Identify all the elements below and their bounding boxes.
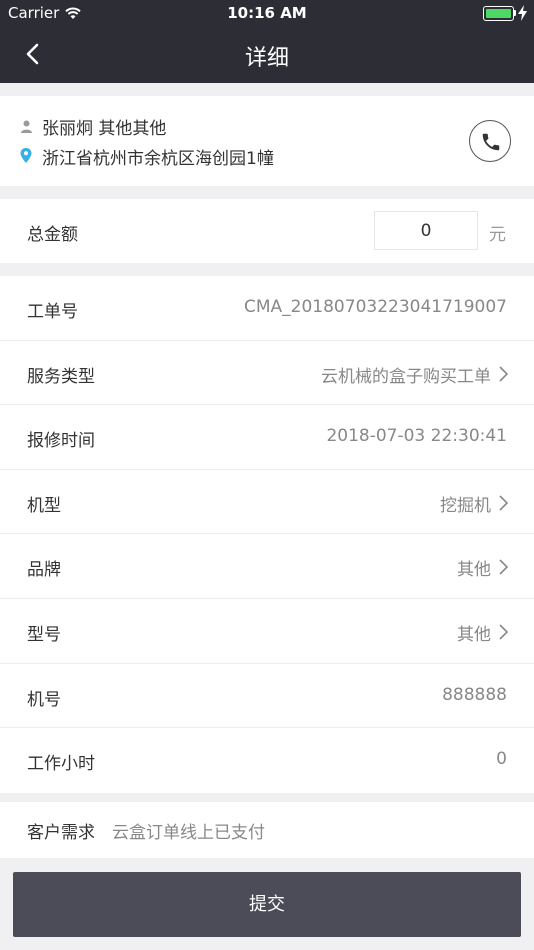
contact-card: 张丽炯 其他其他 浙江省杭州市余杭区海创园1幢	[0, 96, 534, 186]
detail-label: 型号	[27, 625, 61, 645]
detail-row-brand[interactable]: 品牌 其他	[0, 534, 534, 599]
contact-address: 浙江省杭州市余杭区海创园1幢	[42, 149, 274, 169]
page-title: 详细	[244, 46, 289, 71]
detail-label: 服务类型	[27, 366, 95, 387]
detail-value: 2018-07-03 22:30:41	[326, 426, 507, 447]
phone-call-button[interactable]	[469, 120, 511, 162]
battery-icon	[483, 6, 514, 21]
detail-row-report-time: 报修时间 2018-07-03 22:30:41	[0, 405, 534, 470]
detail-label: 工单号	[27, 302, 78, 322]
submit-button[interactable]: 提交	[13, 872, 521, 937]
detail-row-order-number: 工单号 CMA_20180703223041719007	[0, 276, 534, 341]
location-pin-icon	[20, 148, 32, 163]
detail-value: CMA_20180703223041719007	[244, 297, 507, 317]
detail-value: 云机械的盒子购买工单	[321, 366, 491, 387]
detail-row-machine-number: 机号 888888	[0, 664, 534, 729]
chevron-right-icon	[499, 624, 509, 640]
detail-label: 机型	[27, 495, 61, 516]
contact-name: 张丽炯 其他其他	[42, 119, 167, 139]
status-time: 10:16 AM	[227, 4, 307, 22]
status-bar: Carrier 10:16 AM	[0, 0, 534, 28]
detail-row-machine-type[interactable]: 机型 挖掘机	[0, 470, 534, 535]
detail-label: 机号	[27, 689, 61, 710]
chevron-right-icon	[499, 495, 509, 511]
detail-row-working-hours: 工作小时 0	[0, 728, 534, 793]
total-amount-input[interactable]	[374, 211, 478, 250]
detail-label: 工作小时	[27, 754, 95, 775]
amount-card: 总金额 元	[0, 199, 534, 263]
chevron-right-icon	[499, 559, 509, 575]
detail-label: 品牌	[27, 560, 61, 581]
detail-value: 其他	[457, 625, 491, 645]
customer-demand-label: 客户需求	[27, 823, 95, 843]
details-card: 工单号 CMA_20180703223041719007 服务类型 云机械的盒子…	[0, 276, 534, 793]
nav-bar: 详细	[0, 28, 534, 83]
charging-icon	[518, 5, 527, 21]
detail-row-model[interactable]: 型号 其他	[0, 599, 534, 664]
customer-demand-card: 客户需求 云盒订单线上已支付	[0, 802, 534, 858]
chevron-right-icon	[499, 366, 509, 382]
detail-value: 其他	[457, 560, 491, 581]
phone-icon	[482, 133, 500, 151]
customer-demand-value: 云盒订单线上已支付	[112, 823, 265, 843]
detail-value: 0	[496, 749, 507, 770]
total-amount-label: 总金额	[27, 225, 78, 245]
person-icon	[21, 120, 32, 133]
detail-label: 报修时间	[27, 431, 95, 452]
detail-row-service-type[interactable]: 服务类型 云机械的盒子购买工单	[0, 341, 534, 406]
currency-unit: 元	[489, 225, 506, 245]
detail-value: 挖掘机	[440, 495, 491, 516]
detail-value: 888888	[442, 684, 507, 705]
